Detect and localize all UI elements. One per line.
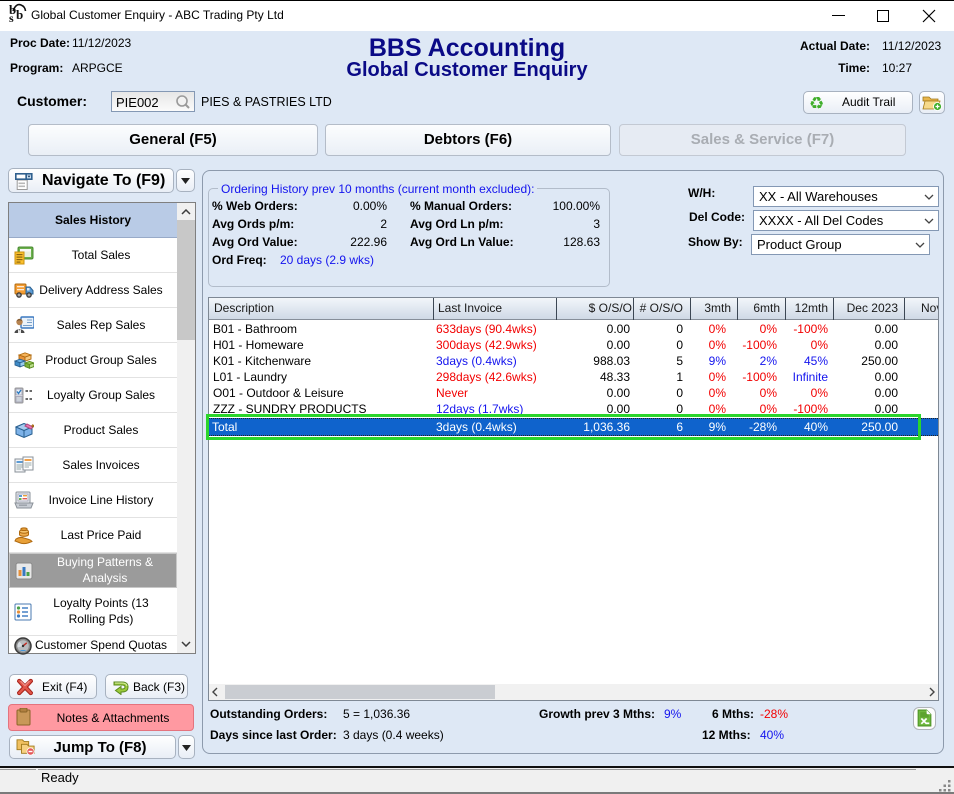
svg-text:♻: ♻: [809, 94, 824, 112]
